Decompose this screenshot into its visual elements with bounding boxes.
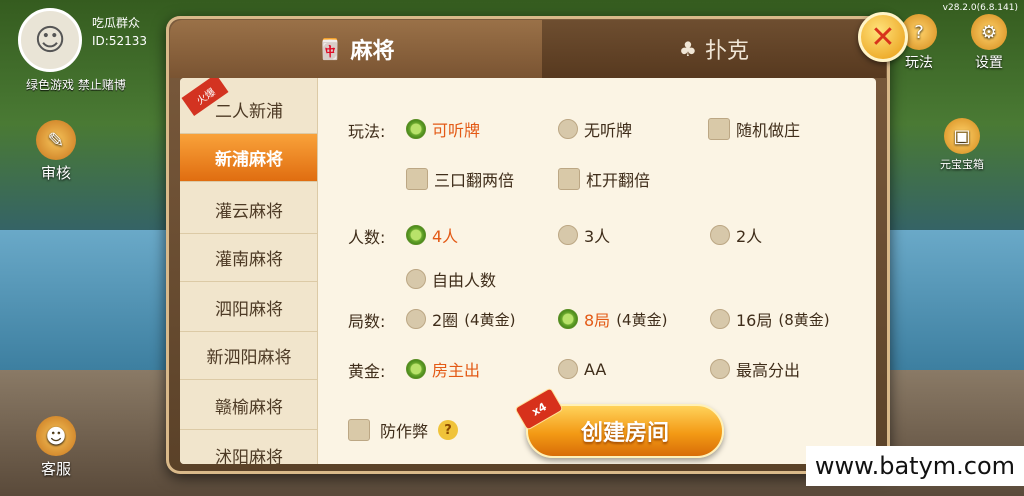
gold-option-highest-score[interactable]: 最高分出 bbox=[710, 356, 800, 382]
option-label: 2圈 bbox=[432, 311, 459, 330]
play-mode-label: 玩法: bbox=[348, 122, 386, 141]
anti-cheat-toggle[interactable]: 防作弊 ? bbox=[348, 418, 459, 442]
option-label: 可听牌 bbox=[432, 121, 481, 140]
option-label: 2人 bbox=[736, 227, 763, 246]
radio-selected-icon bbox=[558, 309, 578, 329]
option-label: 8局 bbox=[584, 311, 611, 330]
profile-card[interactable]: ☺ 吃瓜群众 ID:52133 绿色游戏 禁止赌博 bbox=[14, 8, 164, 98]
players-label: 人数: bbox=[348, 228, 386, 247]
radio-unselected-icon bbox=[406, 309, 426, 329]
option-cost: (4黄金) bbox=[616, 310, 668, 329]
gold-option-host-pays[interactable]: 房主出 bbox=[406, 356, 480, 382]
option-label: 最高分出 bbox=[736, 361, 801, 380]
review-label: 审核 bbox=[40, 164, 71, 182]
version-label: v28.2.0(6.8.141) bbox=[942, 3, 1018, 13]
rounds-option-8-games[interactable]: 8局 (4黄金) bbox=[558, 306, 667, 332]
sidebar-item-xin-siyang-mahjong[interactable]: 新泗阳麻将 bbox=[180, 332, 317, 380]
option-label: 杠开翻倍 bbox=[586, 171, 651, 190]
game-type-tabs: 🀄 麻将 ♣ 扑克 bbox=[170, 20, 886, 78]
nickname: 吃瓜群众 bbox=[92, 16, 141, 30]
radio-selected-icon bbox=[406, 119, 426, 139]
watermark: www.batym.com bbox=[806, 446, 1024, 486]
radio-unselected-icon bbox=[406, 269, 426, 289]
slogan: 绿色游戏 禁止赌博 bbox=[26, 78, 126, 92]
option-label: 3人 bbox=[584, 227, 611, 246]
radio-unselected-icon bbox=[710, 359, 730, 379]
dialog-footer: 防作弊 ? 创建房间 x4 bbox=[318, 387, 876, 464]
sidebar-item-xinpu-mahjong[interactable]: 新浦麻将 bbox=[180, 134, 317, 182]
help-icon[interactable]: ? bbox=[438, 420, 459, 440]
radio-unselected-icon bbox=[558, 225, 578, 245]
user-id: ID:52133 bbox=[92, 34, 147, 48]
anti-cheat-label: 防作弊 bbox=[380, 422, 429, 441]
option-label: 无听牌 bbox=[584, 121, 633, 140]
treasure-chest-icon: ▣ bbox=[944, 118, 980, 154]
radio-unselected-icon bbox=[558, 119, 578, 139]
option-label: AA bbox=[584, 359, 607, 379]
options-panel: 火爆 二人新浦 新浦麻将 灌云麻将 灌南麻将 泗阳麻将 新泗阳麻将 赣榆麻将 沭… bbox=[180, 78, 876, 464]
rounds-option-16-games[interactable]: 16局 (8黄金) bbox=[710, 306, 830, 332]
players-option-2[interactable]: 2人 bbox=[710, 222, 762, 248]
treasure-box-label: 元宝宝箱 bbox=[940, 158, 984, 171]
tab-poker-label: 扑克 bbox=[704, 39, 749, 64]
support-button[interactable]: ☻ 客服 bbox=[26, 416, 86, 479]
option-label: 自由人数 bbox=[432, 271, 497, 290]
checkbox-icon bbox=[558, 168, 580, 190]
sidebar-item-guanyun-mahjong[interactable]: 灌云麻将 bbox=[180, 186, 317, 234]
checkbox-icon bbox=[348, 419, 370, 441]
option-label: 16局 bbox=[736, 311, 773, 330]
gear-icon: ⚙ bbox=[971, 14, 1007, 50]
sidebar-item-siyang-mahjong[interactable]: 泗阳麻将 bbox=[180, 284, 317, 332]
play-option-random-dealer[interactable]: 随机做庄 bbox=[708, 116, 800, 142]
mahjong-variant-list[interactable]: 火爆 二人新浦 新浦麻将 灌云麻将 灌南麻将 泗阳麻将 新泗阳麻将 赣榆麻将 沭… bbox=[180, 78, 318, 464]
settings-button[interactable]: ⚙ 设置 bbox=[964, 14, 1014, 72]
sidebar-item-ganyu-mahjong[interactable]: 赣榆麻将 bbox=[180, 382, 317, 430]
sidebar-item-guannan-mahjong[interactable]: 灌南麻将 bbox=[180, 234, 317, 282]
checkbox-icon bbox=[406, 168, 428, 190]
option-label: 三口翻两倍 bbox=[434, 171, 515, 190]
players-option-3[interactable]: 3人 bbox=[558, 222, 610, 248]
gold-option-aa[interactable]: AA bbox=[558, 356, 606, 382]
players-option-free[interactable]: 自由人数 bbox=[406, 266, 496, 292]
play-option-kong-double[interactable]: 杠开翻倍 bbox=[558, 166, 650, 192]
settings-label: 设置 bbox=[975, 55, 1003, 71]
option-label: 房主出 bbox=[432, 361, 481, 380]
club-icon: ♣ bbox=[679, 37, 697, 61]
tab-poker[interactable]: ♣ 扑克 bbox=[542, 20, 886, 78]
radio-selected-icon bbox=[406, 225, 426, 245]
sidebar-item-shuyang-mahjong[interactable]: 沭阳麻将 bbox=[180, 432, 317, 464]
play-option-can-ting[interactable]: 可听牌 bbox=[406, 116, 480, 142]
tab-mahjong-label: 麻将 bbox=[350, 39, 395, 64]
players-option-4[interactable]: 4人 bbox=[406, 222, 458, 248]
rounds-option-2-circles[interactable]: 2圈 (4黄金) bbox=[406, 306, 515, 332]
stamp-icon: ✎ bbox=[36, 120, 76, 160]
option-label: 4人 bbox=[432, 227, 459, 246]
mahjong-tile-icon: 🀄 bbox=[317, 37, 343, 61]
create-room-dialog: 🀄 麻将 ♣ 扑克 火爆 二人新浦 新浦麻将 灌云麻将 灌南麻将 泗阳麻将 新泗… bbox=[166, 16, 890, 474]
rounds-label: 局数: bbox=[348, 312, 386, 331]
radio-selected-icon bbox=[406, 359, 426, 379]
radio-unselected-icon bbox=[710, 309, 730, 329]
support-icon: ☻ bbox=[36, 416, 76, 456]
tab-mahjong[interactable]: 🀄 麻将 bbox=[170, 20, 542, 78]
gameplay-label: 玩法 bbox=[905, 55, 933, 71]
radio-unselected-icon bbox=[558, 359, 578, 379]
avatar[interactable]: ☺ bbox=[18, 8, 82, 72]
option-cost: (8黄金) bbox=[778, 310, 830, 329]
play-option-three-double[interactable]: 三口翻两倍 bbox=[406, 166, 514, 192]
gold-label: 黄金: bbox=[348, 362, 386, 381]
radio-unselected-icon bbox=[710, 225, 730, 245]
option-label: 随机做庄 bbox=[736, 121, 801, 140]
close-icon[interactable]: ✕ bbox=[858, 12, 908, 62]
checkbox-icon bbox=[708, 118, 730, 140]
review-button[interactable]: ✎ 审核 bbox=[26, 120, 86, 183]
treasure-box-button[interactable]: ▣ 元宝宝箱 bbox=[930, 118, 994, 172]
support-label: 客服 bbox=[40, 460, 71, 478]
option-cost: (4黄金) bbox=[464, 310, 516, 329]
play-option-no-ting[interactable]: 无听牌 bbox=[558, 116, 632, 142]
